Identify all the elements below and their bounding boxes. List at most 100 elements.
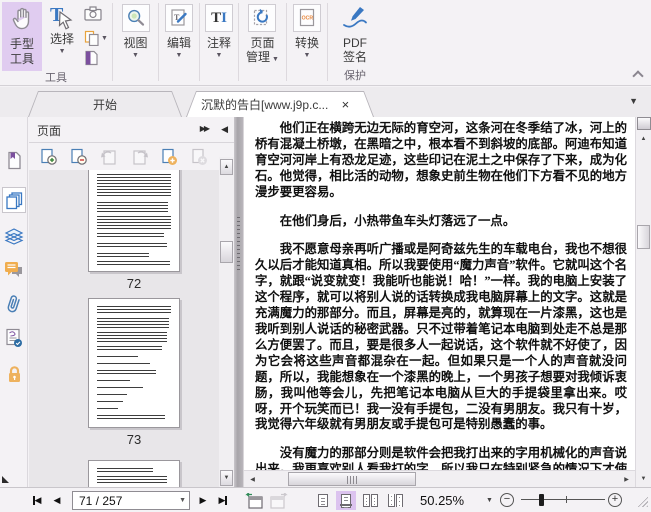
continuous-facing-view-button[interactable]: [385, 491, 405, 510]
last-page-button[interactable]: ▶: [214, 492, 232, 509]
magnifier-icon: [121, 4, 150, 32]
hand-tool-button[interactable]: 手型 工具: [2, 2, 43, 71]
page-number-input[interactable]: 71 / 257 ▼: [72, 491, 190, 510]
protect-group-label: 保护: [344, 70, 366, 82]
view-label: 视图: [123, 36, 148, 50]
paste-button[interactable]: ▼: [84, 30, 108, 46]
clipboard-mini-buttons: ▼: [82, 2, 110, 71]
scroll-up-button[interactable]: ▲: [636, 131, 651, 146]
pages-panel-title: 页面: [37, 124, 62, 138]
edit-dropdown-icon[interactable]: ▼: [176, 52, 183, 60]
select-tool-button[interactable]: T 选择 ▼: [42, 2, 82, 71]
security-panel-icon[interactable]: [2, 361, 26, 387]
thumbnail-page-74[interactable]: [88, 460, 180, 487]
pdf-sign-button[interactable]: PDF 签名: [337, 2, 373, 69]
comment-dropdown-icon[interactable]: ▼: [216, 52, 223, 60]
continuous-view-button[interactable]: [336, 491, 356, 510]
thumb-scroll-down-button[interactable]: ▼: [220, 470, 233, 486]
zoom-level[interactable]: 50.25%: [420, 493, 464, 508]
vertical-scrollbar[interactable]: ▲ ▼: [635, 117, 651, 487]
select-dropdown-icon[interactable]: ▼: [59, 48, 66, 56]
edit-page-icon: T: [165, 4, 193, 32]
thumb-scroll-up-button[interactable]: ▲: [220, 159, 233, 175]
zoom-in-button[interactable]: +: [608, 493, 622, 507]
previous-page-button[interactable]: ◀: [50, 492, 64, 509]
page-dropdown-icon[interactable]: ▼: [179, 497, 186, 504]
thumb-scroll-thumb[interactable]: [220, 241, 233, 263]
ribbon-toolbar: 手型 工具 T 选择 ▼ ▼ 工具 视图 ▼ T 编辑 ▼ T I 注释 ▼ 页…: [0, 0, 651, 86]
delete-page-icon: [188, 147, 210, 167]
add-page-icon[interactable]: [158, 147, 180, 167]
purple-document-icon[interactable]: [84, 50, 108, 71]
scroll-down-button[interactable]: ▼: [636, 471, 651, 486]
pages-panel-icon[interactable]: [2, 187, 26, 213]
edit-label: 编辑: [166, 36, 191, 50]
view-button[interactable]: 视图 ▼: [119, 2, 153, 69]
hand-tool-label-1: 手型: [10, 37, 35, 51]
paste-dropdown-icon[interactable]: ▼: [101, 35, 108, 43]
panel-splitter[interactable]: [234, 117, 243, 487]
previous-view-button[interactable]: [242, 492, 264, 509]
tab-document[interactable]: 沉默的告白[www.j9p.c... ×: [186, 91, 374, 117]
main-area: 页面 ▶▶ ◀ 72 73 ▲ ▼ 他们正在横跨无边无际的育空河，这条河在冬季结…: [0, 117, 651, 487]
zoom-dropdown-icon[interactable]: ▼: [486, 497, 493, 504]
split-view-handle[interactable]: [637, 117, 651, 130]
edit-button[interactable]: T 编辑 ▼: [162, 2, 196, 69]
ocr-page-icon: OCR: [293, 4, 321, 32]
next-page-button[interactable]: ▶: [196, 492, 210, 509]
thumbnail-scrollbar[interactable]: ▲ ▼: [219, 157, 234, 487]
page-mgmt-dropdown-icon[interactable]: ▼: [272, 56, 279, 64]
facing-view-button[interactable]: [360, 491, 380, 510]
comments-panel-icon[interactable]: [2, 257, 26, 283]
view-group: 视图 ▼: [113, 0, 158, 85]
convert-button[interactable]: OCR 转换 ▼: [290, 2, 324, 69]
text-comment-icon: TI: [205, 4, 233, 32]
paragraph: 我不愿意母亲再听广播或是阿奇兹先生的车载电台，我也不想很久以后才能知道真相。所以…: [255, 242, 627, 432]
horizontal-scrollbar[interactable]: ◀ ▶: [244, 470, 635, 487]
zoom-slider-track[interactable]: [521, 499, 605, 500]
enlarge-thumbnails-icon[interactable]: [39, 147, 61, 167]
first-page-button[interactable]: ◀: [28, 492, 46, 509]
horizontal-scroll-thumb[interactable]: [288, 472, 416, 486]
zoom-slider-thumb[interactable]: [539, 494, 544, 506]
document-tab-label: 沉默的告白[www.j9p.c...: [201, 98, 329, 112]
reduce-thumbnails-icon[interactable]: [69, 147, 91, 167]
page-management-group: 页面 管理 ▼: [239, 0, 286, 85]
splitter-grip-icon: [237, 217, 240, 273]
bookmarks-panel-icon[interactable]: [2, 147, 26, 173]
tab-start[interactable]: 开始: [28, 91, 182, 117]
thumbnail-label-73[interactable]: 73: [88, 432, 180, 447]
select-label: 选择: [50, 32, 75, 46]
comment-button[interactable]: TI 注释 ▼: [202, 2, 236, 69]
signatures-panel-icon[interactable]: [2, 325, 26, 351]
edit-group: T 编辑 ▼: [159, 0, 199, 85]
zoom-out-button[interactable]: −: [500, 493, 514, 507]
vertical-scroll-thumb[interactable]: [637, 225, 650, 249]
thumbnail-page-72[interactable]: [88, 170, 180, 272]
collapse-ribbon-icon[interactable]: [633, 70, 641, 78]
panel-collapse-icon[interactable]: ◀: [221, 124, 228, 135]
view-dropdown-icon[interactable]: ▼: [132, 52, 139, 60]
scroll-left-button[interactable]: ◀: [245, 472, 260, 487]
rotate-page-icon: [248, 4, 277, 32]
pdf-page[interactable]: 他们正在横跨无边无际的育空河，这条河在冬季结了冰，河上的桥有混凝土桥墩，在黑暗之…: [244, 117, 635, 470]
convert-dropdown-icon[interactable]: ▼: [304, 52, 311, 60]
page-indicator: 71 / 257: [79, 494, 123, 508]
single-page-view-button[interactable]: [313, 491, 333, 510]
page-management-button[interactable]: 页面 管理 ▼: [243, 2, 282, 69]
window-resize-grip[interactable]: [635, 494, 648, 507]
attachments-panel-icon[interactable]: [2, 291, 26, 317]
close-tab-icon[interactable]: ×: [338, 97, 352, 112]
panel-expand-icon[interactable]: ▶▶: [200, 124, 210, 133]
thumbnail-list: 72 73: [29, 170, 219, 487]
start-tab-label: 开始: [92, 98, 117, 112]
snapshot-camera-icon[interactable]: [84, 6, 108, 26]
scroll-right-button[interactable]: ▶: [619, 472, 634, 487]
document-view: 他们正在横跨无边无际的育空河，这条河在冬季结了冰，河上的桥有混凝土桥墩，在黑暗之…: [243, 117, 635, 487]
thumbnail-label-72[interactable]: 72: [88, 276, 180, 291]
convert-group: OCR 转换 ▼: [287, 0, 327, 85]
pages-panel: 页面 ▶▶ ◀ 72 73 ▲ ▼: [29, 117, 234, 487]
thumbnail-page-73[interactable]: [88, 298, 180, 428]
layers-panel-icon[interactable]: [2, 223, 26, 249]
tab-list-dropdown-icon[interactable]: ▼: [629, 96, 638, 106]
